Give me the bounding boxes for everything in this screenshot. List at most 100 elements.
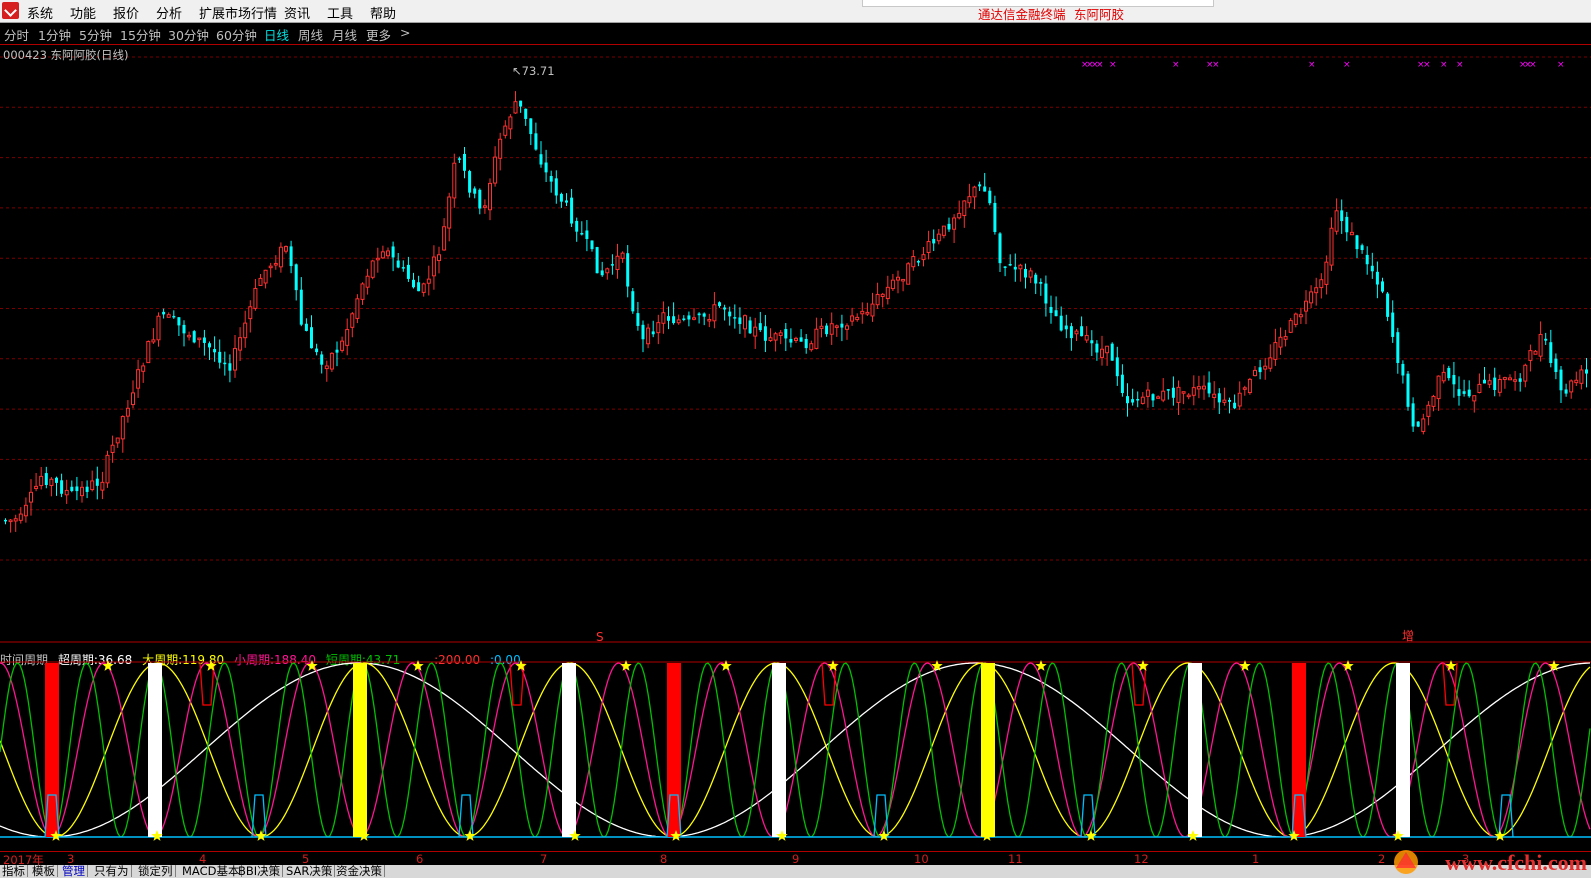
candle (1483, 366, 1486, 384)
candle (1145, 381, 1150, 408)
menu-function[interactable]: 功能 (70, 3, 96, 22)
candle (850, 307, 855, 326)
candle (549, 170, 553, 193)
top-notch (821, 662, 837, 706)
candle (447, 192, 452, 242)
candle (763, 314, 767, 353)
menu-news[interactable]: 资讯 (284, 3, 310, 22)
candle (473, 186, 477, 199)
candle (794, 336, 798, 344)
candle (1569, 379, 1574, 399)
signal-marker: × (1456, 60, 1464, 70)
menu-analysis[interactable]: 分析 (156, 3, 182, 22)
candle (1059, 306, 1063, 332)
candle (268, 262, 273, 278)
signal-marker: × (1172, 60, 1180, 70)
candle (1074, 328, 1079, 341)
candle (1263, 357, 1268, 380)
candle (1191, 375, 1196, 406)
candle (1186, 393, 1191, 400)
candle (110, 435, 115, 463)
candle (1278, 327, 1283, 355)
btab-lock[interactable]: 锁定列 (136, 865, 176, 877)
menu-quote[interactable]: 报价 (113, 3, 139, 22)
candle (1080, 316, 1084, 337)
tab-1min[interactable]: 1分钟 (38, 25, 71, 44)
candlestick-chart[interactable]: ↖73.71 ×××× × × ×× × × ×× × × ××× ×S 增 (0, 45, 1591, 647)
candle (95, 466, 99, 500)
candle (600, 261, 604, 277)
top-notch (1442, 662, 1458, 706)
candle (320, 351, 324, 374)
candle (1217, 388, 1221, 415)
candle (508, 114, 513, 140)
candle (1386, 292, 1390, 322)
btab-only[interactable]: 只有为 (92, 865, 132, 877)
candle (1105, 345, 1110, 366)
candle (335, 341, 339, 367)
cycle-bar (772, 663, 786, 837)
candle (248, 300, 253, 333)
candle (1370, 252, 1374, 279)
candle (636, 301, 640, 331)
candle (1115, 346, 1119, 386)
x-label-5: 5 (302, 852, 310, 866)
candle (1462, 379, 1466, 397)
more-arrow-icon[interactable]: > (400, 25, 410, 40)
candle (468, 169, 472, 198)
candle (406, 256, 410, 282)
btab-fund[interactable]: 资金决策 (334, 865, 385, 877)
btab-template[interactable]: 模板 (30, 865, 58, 877)
btab-indicator[interactable]: 指标 (0, 865, 28, 877)
candle (978, 181, 982, 191)
candle (172, 310, 176, 319)
candle (860, 302, 865, 324)
candle (1574, 371, 1579, 387)
candle (559, 192, 563, 208)
candle (44, 466, 48, 489)
x-label-12: 12 (1134, 852, 1149, 866)
candle (1212, 381, 1217, 409)
candle (223, 351, 227, 376)
tab-30min[interactable]: 30分钟 (168, 25, 209, 44)
candle (865, 302, 870, 316)
candle (1120, 364, 1124, 397)
tab-60min[interactable]: 60分钟 (216, 25, 257, 44)
menu-extended-market[interactable]: 扩展市场行情 (199, 3, 277, 22)
btab-sar[interactable]: SAR决策 (284, 865, 336, 877)
menu-tools[interactable]: 工具 (327, 3, 353, 22)
candle (641, 320, 645, 353)
tab-weekly[interactable]: 周线 (298, 25, 323, 44)
tab-daily[interactable]: 日线 (264, 25, 289, 44)
btab-manage[interactable]: 管理 (60, 865, 88, 877)
candle (1228, 397, 1231, 414)
tab-15min[interactable]: 15分钟 (120, 25, 161, 44)
menu-help[interactable]: 帮助 (370, 3, 396, 22)
candle (100, 471, 105, 500)
candle (1222, 387, 1227, 406)
candle (60, 473, 64, 498)
cycle-bar (148, 663, 162, 837)
candle (23, 497, 28, 523)
tab-5min[interactable]: 5分钟 (79, 25, 112, 44)
cycle-indicator-chart[interactable] (0, 660, 1591, 850)
btab-macd[interactable]: MACD基本 (180, 865, 243, 877)
cycle-bar (981, 663, 995, 837)
candle (1247, 377, 1252, 395)
candle (329, 352, 334, 372)
candle (1472, 395, 1477, 413)
candle (370, 259, 375, 280)
candle (1054, 296, 1058, 317)
candle (34, 472, 39, 492)
menu-system[interactable]: 系统 (27, 3, 53, 22)
candle (55, 476, 58, 496)
candle (626, 245, 630, 298)
app-logo-icon[interactable] (2, 2, 19, 19)
candle (773, 331, 778, 352)
candle (350, 311, 355, 338)
tab-more[interactable]: 更多 (366, 25, 391, 44)
tab-monthly[interactable]: 月线 (332, 25, 357, 44)
sell-signal: S (596, 630, 604, 644)
tab-intraday[interactable]: 分时 (4, 25, 29, 44)
btab-bbi[interactable]: BBI决策 (236, 865, 284, 877)
